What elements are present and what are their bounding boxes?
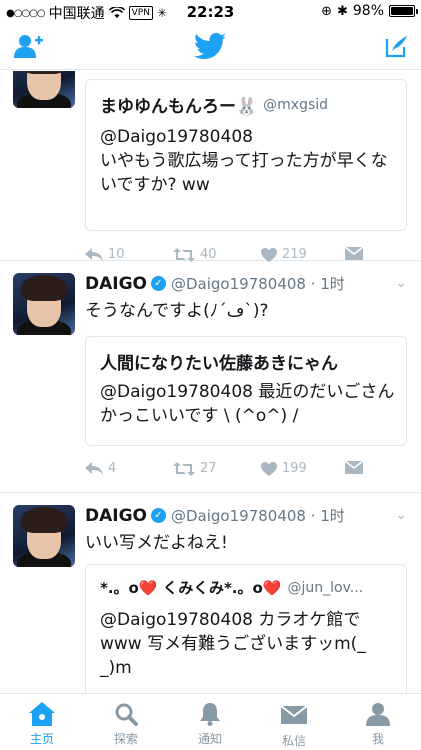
- nav-bar: [0, 24, 421, 70]
- battery-icon: [389, 5, 418, 17]
- like-count: 219: [282, 247, 307, 262]
- tab-label: 主页: [29, 732, 54, 746]
- avatar[interactable]: [13, 273, 75, 335]
- quoted-author-name: まゆゆんもんろー🐰: [100, 97, 258, 117]
- quoted-tweet-text: @Daigo19780408 いやもう歌広場って打った方が早くないですか? ww: [100, 127, 388, 195]
- retweet-count: 27: [200, 461, 217, 476]
- quoted-tweet[interactable]: 人間になりたい佐藤あきにゃん @Daigo19780408 最近のだいごさんかっ…: [85, 336, 407, 446]
- tab-label: 探索: [113, 732, 138, 746]
- quoted-author-handle: @mxgsid: [263, 96, 329, 113]
- status-bar: ●○○○○ 中国联通 VPN ✳ 22:23 ⊕ ✱ 98%: [0, 0, 421, 24]
- verified-badge-icon: ✓: [151, 276, 166, 291]
- reply-icon: [85, 461, 103, 475]
- mail-icon: [345, 461, 363, 474]
- twitter-bird-icon[interactable]: [194, 33, 226, 60]
- reply-count: 4: [108, 461, 117, 476]
- bluetooth-icon: ✱: [336, 3, 348, 19]
- reply-button[interactable]: 10: [85, 247, 125, 262]
- battery-level: [391, 7, 413, 15]
- retweet-count: 40: [200, 247, 217, 262]
- retweet-icon: [173, 247, 195, 262]
- tweet-header: DAIGO ✓ @Daigo19780408 · 1时: [85, 505, 345, 526]
- tab-label: 通知: [197, 732, 222, 746]
- author-name[interactable]: DAIGO: [85, 274, 147, 294]
- retweet-button[interactable]: 40: [173, 247, 217, 262]
- chevron-down-icon[interactable]: ⌄: [395, 507, 407, 523]
- tab-label: 私信: [281, 734, 306, 748]
- quoted-tweet[interactable]: まゆゆんもんろー🐰 @mxgsid @Daigo19780408 いやもう歌広場…: [85, 79, 407, 231]
- tweet-actions: 4 27 199: [85, 461, 385, 481]
- quoted-author-handle: @jun_lov...: [287, 579, 364, 596]
- tweet[interactable]: DAIGO ✓ @Daigo19780408 · 1时 ⌄ そうなんですよ(ﾉ´…: [0, 261, 421, 493]
- tab-label: 我: [371, 732, 384, 746]
- verified-badge-icon: ✓: [151, 508, 166, 523]
- tweet[interactable]: まゆゆんもんろー🐰 @mxgsid @Daigo19780408 いやもう歌広場…: [0, 71, 421, 262]
- message-button[interactable]: [345, 461, 363, 474]
- retweet-button[interactable]: 27: [173, 461, 217, 476]
- tweet-text: そうなんですよ(ﾉ´ڡ`)?: [85, 301, 269, 321]
- author-handle: @Daigo19780408 · 1时: [171, 275, 345, 293]
- author-name[interactable]: DAIGO: [85, 506, 147, 526]
- profile-icon: [366, 703, 390, 726]
- like-button[interactable]: 219: [261, 247, 307, 262]
- timeline[interactable]: まゆゆんもんろー🐰 @mxgsid @Daigo19780408 いやもう歌広場…: [0, 71, 421, 693]
- quoted-tweet[interactable]: *.。o❤️ くみくみ*.。o❤️ @jun_lov... @Daigo1978…: [85, 564, 407, 693]
- status-right: ⊕ ✱ 98%: [321, 3, 418, 19]
- avatar[interactable]: [13, 505, 75, 567]
- battery-percent: 98%: [352, 3, 384, 19]
- chevron-down-icon[interactable]: ⌄: [395, 275, 407, 291]
- tweet[interactable]: DAIGO ✓ @Daigo19780408 · 1时 ⌄ いい写メだよねえ! …: [0, 493, 421, 693]
- retweet-icon: [173, 461, 195, 476]
- quoted-author-name: *.。o❤️ くみくみ*.。o❤️: [100, 579, 282, 597]
- author-handle: @Daigo19780408 · 1时: [171, 507, 345, 525]
- home-icon: [29, 702, 55, 726]
- quoted-tweet-text: @Daigo19780408 最近のだいごさんかっこいいです \ (^o^) /: [100, 382, 395, 426]
- like-button[interactable]: 199: [261, 461, 307, 476]
- like-count: 199: [282, 461, 307, 476]
- tweet-header: DAIGO ✓ @Daigo19780408 · 1时: [85, 273, 345, 294]
- tab-home[interactable]: 主页: [12, 702, 72, 747]
- mail-icon: [281, 705, 307, 724]
- quoted-author: *.。o❤️ くみくみ*.。o❤️ @jun_lov...: [100, 577, 363, 598]
- avatar[interactable]: [13, 71, 75, 108]
- mail-icon: [345, 247, 363, 260]
- tab-explore[interactable]: 探索: [96, 702, 156, 747]
- quoted-tweet-text: @Daigo19780408 カラオケ館でwww 写メ有難うございますッm(_ …: [100, 610, 366, 678]
- orientation-lock-icon: ⊕: [321, 3, 332, 19]
- tab-notifications[interactable]: 通知: [180, 702, 240, 747]
- reply-count: 10: [108, 247, 125, 262]
- compose-icon[interactable]: [384, 35, 408, 59]
- quoted-author-name: 人間になりたい佐藤あきにゃん: [100, 354, 338, 374]
- quoted-author: 人間になりたい佐藤あきにゃん: [100, 349, 344, 374]
- tab-me[interactable]: 我: [348, 702, 408, 747]
- add-user-icon[interactable]: [14, 34, 44, 60]
- heart-icon: [261, 247, 277, 262]
- tab-bar: 主页 探索 通知 私信 我: [0, 693, 421, 750]
- quoted-author: まゆゆんもんろー🐰 @mxgsid: [100, 92, 329, 118]
- bell-icon: [200, 703, 220, 726]
- search-icon: [115, 703, 138, 726]
- heart-icon: [261, 461, 277, 476]
- tab-messages[interactable]: 私信: [264, 702, 324, 749]
- tweet-text: いい写メだよねえ!: [85, 533, 228, 553]
- reply-button[interactable]: 4: [85, 461, 116, 476]
- reply-icon: [85, 247, 103, 261]
- message-button[interactable]: [345, 247, 363, 260]
